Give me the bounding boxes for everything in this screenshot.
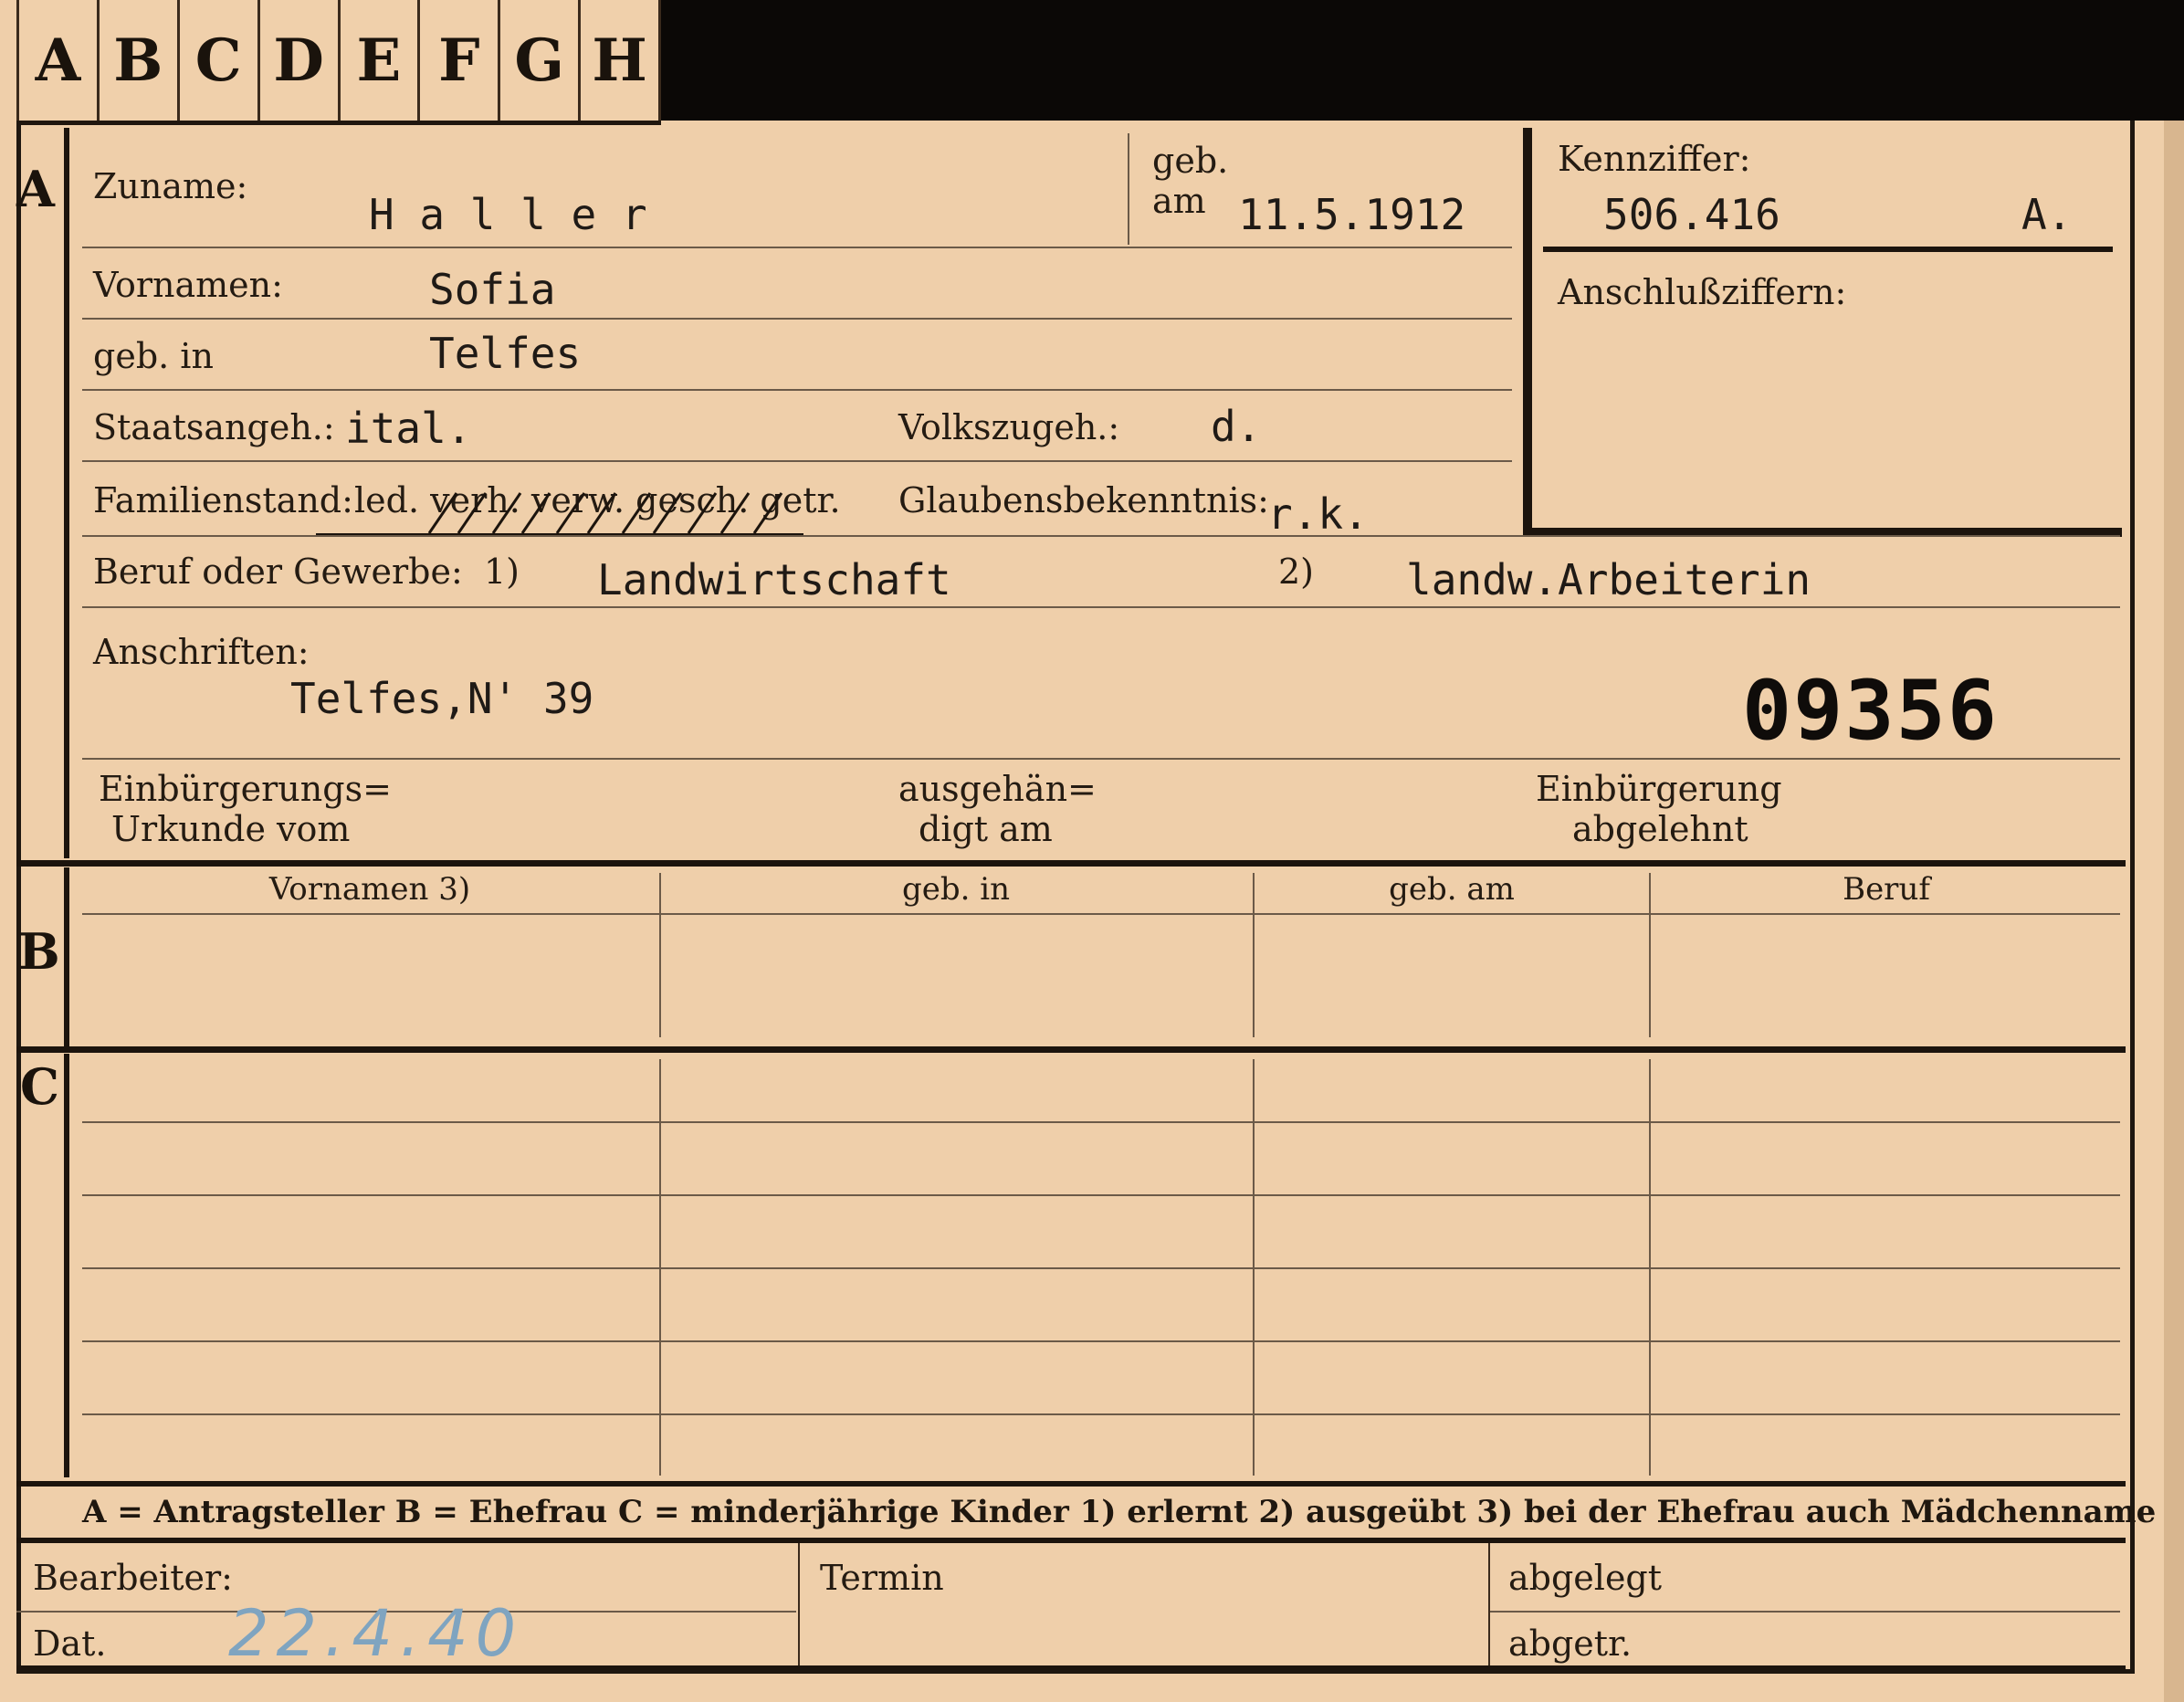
beruf-note-1: 1)	[484, 552, 520, 592]
volkszugeh-value: d.	[1211, 402, 1262, 451]
zuname-divider	[1128, 133, 1129, 245]
row-rule	[82, 1121, 2120, 1123]
anschriften-label: Anschriften:	[93, 632, 310, 672]
anschriften-value: Telfes,N' 39	[290, 674, 594, 723]
row-rule	[82, 758, 2120, 760]
row-rule	[82, 389, 1512, 391]
column-divider	[1253, 1059, 1255, 1476]
column-beruf: Beruf	[1843, 871, 1930, 908]
zuname-label: Zuname:	[93, 166, 248, 206]
column-divider	[1649, 1059, 1651, 1476]
section-c-rule	[64, 1054, 69, 1477]
section-b-rule	[64, 867, 69, 1046]
ausgehaendigt-label-1: ausgehän=	[898, 769, 1097, 809]
geb-in-value: Telfes	[429, 329, 582, 378]
section-a-rule	[64, 128, 69, 858]
section-c-marker: C	[20, 1057, 59, 1116]
anschlussziffern-label: Anschlußziffern:	[1558, 272, 1847, 312]
legend-top-rule	[16, 1481, 2126, 1487]
tab-a[interactable]: A	[16, 0, 100, 121]
header-rule	[82, 913, 2120, 915]
stamp-number: 09356	[1742, 663, 1999, 759]
einbuergerung-label-1: Einbürgerungs=	[99, 769, 392, 809]
familienstand-strikes	[427, 492, 783, 534]
geb-label: geb.	[1152, 141, 1229, 181]
geb-am-value: 11.5.1912	[1238, 190, 1466, 239]
black-background	[659, 0, 2184, 121]
staatsangeh-value: ital.	[345, 404, 472, 453]
kennziffer-box-left	[1523, 128, 1532, 537]
beruf-label: Beruf oder Gewerbe:	[93, 552, 463, 592]
section-c-top-rule	[16, 1046, 2126, 1053]
kennziffer-label: Kennziffer:	[1558, 139, 1751, 179]
row-rule	[82, 1267, 2120, 1269]
staatsangeh-label: Staatsangeh.:	[93, 407, 335, 447]
row-rule	[82, 535, 2120, 537]
tab-b[interactable]: B	[99, 0, 180, 121]
tab-g[interactable]: G	[500, 0, 582, 121]
column-divider	[1649, 873, 1651, 1037]
footer-divider	[1488, 1543, 1490, 1665]
kennziffer-value: 506.416	[1603, 190, 1780, 239]
glauben-value: r.k.	[1267, 489, 1369, 539]
glauben-label: Glaubensbekenntnis:	[898, 480, 1269, 520]
column-divider	[659, 1059, 661, 1476]
dat-value: 22.4.40	[228, 1596, 524, 1671]
column-geb-in: geb. in	[901, 871, 1011, 908]
zuname-value: H a l l e r	[369, 190, 647, 239]
card-bottom-rule	[16, 1665, 2126, 1670]
abgelehnt-label-1: Einbürgerung	[1536, 769, 1782, 809]
tab-d[interactable]: D	[259, 0, 341, 121]
column-geb-am: geb. am	[1389, 871, 1515, 908]
vornamen-value: Sofia	[429, 265, 556, 314]
abgelehnt-label-2: abgelehnt	[1572, 809, 1748, 849]
row-rule	[82, 1413, 2120, 1415]
card-edge	[2164, 121, 2184, 1702]
legend-bottom-rule	[16, 1538, 2126, 1543]
tab-f[interactable]: F	[420, 0, 501, 121]
volkszugeh-label: Volkszugeh.:	[898, 407, 1120, 447]
ausgehaendigt-label-2: digt am	[919, 809, 1053, 849]
am-label: am	[1152, 181, 1206, 221]
geb-in-label: geb. in	[93, 336, 214, 376]
section-a-marker: A	[16, 160, 55, 218]
row-rule	[82, 247, 1512, 248]
tab-h[interactable]: H	[581, 0, 661, 121]
tab-e[interactable]: E	[340, 0, 421, 121]
familienstand-label: Familienstand:	[93, 480, 353, 520]
bearbeiter-label: Bearbeiter:	[33, 1558, 233, 1598]
column-divider	[1253, 873, 1255, 1037]
section-b-marker: B	[18, 922, 60, 981]
row-rule	[82, 1194, 2120, 1196]
kennziffer-suffix: A.	[2021, 190, 2073, 239]
tab-c[interactable]: C	[179, 0, 260, 121]
beruf-note-2: 2)	[1278, 552, 1315, 592]
footer-divider	[798, 1543, 800, 1665]
einbuergerung-label-2: Urkunde vom	[111, 809, 351, 849]
vornamen-label: Vornamen:	[93, 265, 283, 305]
termin-label: Termin	[820, 1558, 944, 1598]
footer-rule	[1490, 1611, 2120, 1613]
column-divider	[659, 873, 661, 1037]
section-b-top-rule	[16, 860, 2126, 867]
kennziffer-divider	[1543, 247, 2113, 252]
index-tabs: A B C D E F G H	[16, 0, 661, 125]
abgelegt-label: abgelegt	[1508, 1558, 1663, 1598]
row-rule	[82, 318, 1512, 320]
dat-label: Dat.	[33, 1623, 107, 1664]
column-vornamen: Vornamen 3)	[268, 871, 471, 908]
row-rule	[82, 1340, 2120, 1342]
beruf-value-2: landw.Arbeiterin	[1406, 555, 1811, 604]
beruf-value-1: Landwirtschaft	[597, 555, 951, 604]
abgetr-label: abgetr.	[1508, 1623, 1633, 1664]
legend-text: A = Antragsteller B = Ehefrau C = minder…	[82, 1494, 2157, 1530]
row-rule	[82, 606, 2120, 608]
row-rule	[82, 460, 1512, 462]
